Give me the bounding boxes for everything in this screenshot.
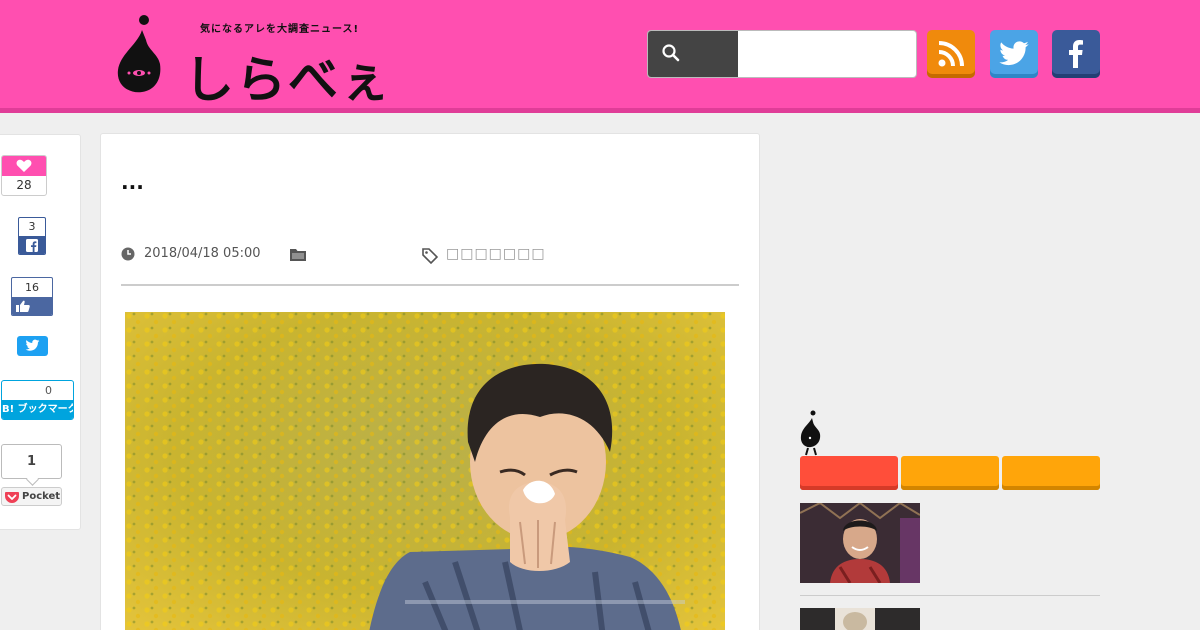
hatena-bookmark-count: 0: [45, 384, 52, 397]
twitter-icon: [25, 339, 40, 351]
folder-icon[interactable]: [290, 248, 306, 261]
like-button[interactable]: 28: [1, 155, 47, 196]
facebook-icon: [26, 239, 38, 252]
hatena-bookmark-label: B! ブックマーク: [2, 400, 73, 419]
tag-icon: [422, 248, 438, 264]
thumbnail-photo: [800, 608, 920, 630]
pocket-count: 1: [1, 444, 62, 479]
search-box: [647, 30, 917, 78]
clock-icon: [121, 247, 135, 261]
sidebar-article-thumbnail[interactable]: [800, 608, 920, 630]
article-date: 2018/04/18 05:00: [121, 246, 261, 261]
pocket-label: Pocket: [22, 491, 61, 502]
article-title: ...: [121, 170, 144, 194]
like-count: 28: [16, 178, 32, 192]
facebook-share-button[interactable]: 3: [18, 217, 46, 255]
hatena-bookmark-button[interactable]: 0 B! ブックマーク: [1, 380, 74, 420]
rss-button[interactable]: [927, 30, 975, 78]
search-button[interactable]: [648, 31, 738, 77]
site-brand-name: しらべぇ: [184, 50, 392, 109]
article-hero-image: [125, 312, 725, 630]
facebook-like-button[interactable]: 16: [11, 277, 53, 316]
site-logo[interactable]: 気になるアレを大調査ニュース! しらべぇ: [112, 14, 392, 109]
sidebar-tab-1[interactable]: [800, 456, 898, 490]
pocket-button[interactable]: Pocket: [1, 487, 62, 506]
thumbs-up-icon: [16, 300, 30, 312]
article-tags[interactable]: □□□□□□□: [446, 246, 546, 262]
facebook-share-count: 3: [28, 220, 36, 233]
sidebar-tab-2[interactable]: [901, 456, 999, 490]
sidebar-tabs: [800, 456, 1100, 490]
share-sidebar: 28 3 16 0 B! ブックマーク 1 Pocket: [0, 134, 81, 530]
sidebar-divider: [800, 595, 1100, 596]
twitter-icon: [999, 41, 1029, 66]
site-header: 気になるアレを大調査ニュース! しらべぇ: [0, 0, 1200, 113]
sidebar-article-thumbnail[interactable]: [800, 503, 920, 583]
heart-icon: [16, 159, 32, 172]
article-meta: 2018/04/18 05:00 □□□□□□□: [121, 244, 739, 286]
search-icon: [662, 44, 680, 62]
sidebar-tab-3[interactable]: [1002, 456, 1100, 490]
mascot-logo-icon: [117, 15, 161, 93]
facebook-like-count: 16: [25, 281, 39, 294]
search-input[interactable]: [740, 33, 914, 75]
article-card: ... 2018/04/18 05:00 □□□□□□□: [100, 133, 760, 630]
facebook-button[interactable]: [1052, 30, 1100, 78]
site-tagline: 気になるアレを大調査ニュース!: [200, 24, 360, 35]
pocket-icon: [5, 492, 19, 503]
rss-icon: [938, 41, 964, 67]
facebook-icon: [1069, 40, 1083, 68]
twitter-share-button[interactable]: [17, 336, 48, 356]
hero-photo: [125, 312, 725, 630]
thumbnail-photo: [800, 503, 920, 583]
twitter-button[interactable]: [990, 30, 1038, 78]
mascot-icon: [800, 410, 821, 456]
